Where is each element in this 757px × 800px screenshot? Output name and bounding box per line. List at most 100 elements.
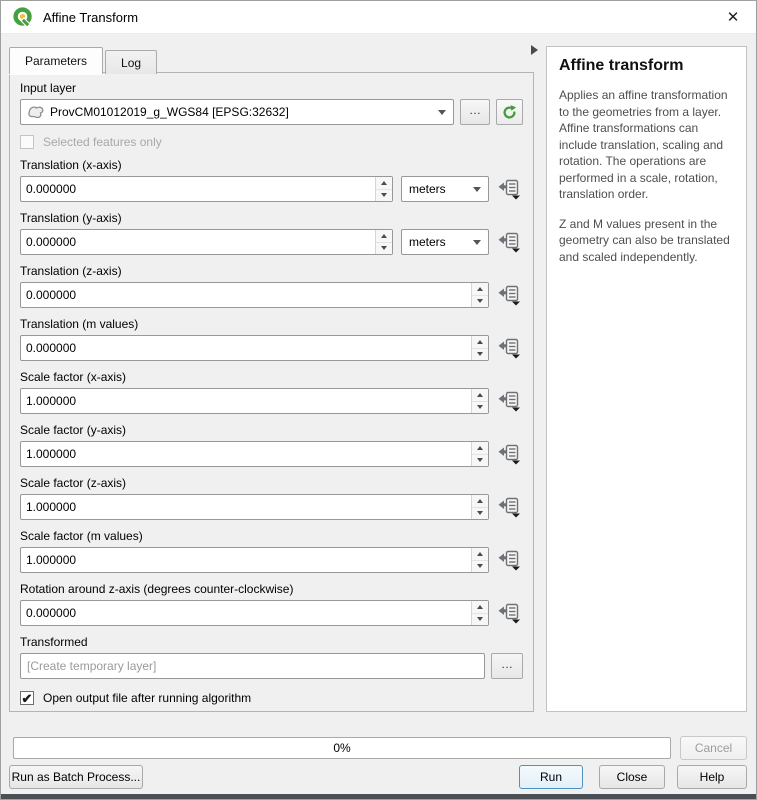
translation-y-label: Translation (y-axis) [20,211,523,226]
input-layer-browse-button[interactable]: … [460,99,490,125]
refresh-icon [501,104,518,121]
spin-up-icon [477,446,483,450]
open-output-checkbox-row: ✔ Open output file after running algorit… [20,691,523,705]
scale-m-spinbox[interactable] [20,547,489,573]
translation-m-spinbox[interactable] [20,335,489,361]
chevron-down-icon [438,110,446,115]
spin-buttons[interactable] [375,230,392,254]
help-panel-collapse-handle[interactable] [531,45,538,55]
spin-buttons[interactable] [471,495,488,519]
help-button[interactable]: Help [677,765,747,789]
transformed-browse-button[interactable]: … [491,653,523,679]
data-defined-override-button[interactable] [496,283,523,307]
spin-down-icon [381,246,387,250]
data-defined-override-icon [498,444,521,465]
scale-y-input[interactable] [21,442,471,466]
affine-transform-dialog: Affine Transform ✕ Parameters Log Input … [0,0,757,800]
data-defined-override-button[interactable] [496,336,523,360]
data-defined-override-icon [498,232,521,253]
help-panel: Affine transform Applies an affine trans… [546,46,747,712]
iterate-over-layer-button[interactable] [496,99,523,125]
data-defined-override-button[interactable] [496,548,523,572]
data-defined-override-button[interactable] [496,230,523,254]
scale-z-spinbox[interactable] [20,494,489,520]
open-output-checkbox[interactable]: ✔ [20,691,34,705]
polygon-layer-icon [27,106,45,119]
rotation-z-spinbox[interactable] [20,600,489,626]
spin-down-icon [477,617,483,621]
window-bottom-edge [1,794,756,799]
data-defined-override-icon [498,497,521,518]
tab-log[interactable]: Log [105,50,157,74]
data-defined-override-button[interactable] [496,442,523,466]
translation-y-spinbox[interactable] [20,229,393,255]
data-defined-override-icon [498,179,521,200]
input-layer-label: Input layer [20,81,523,96]
spin-down-icon [477,405,483,409]
translation-x-label: Translation (x-axis) [20,158,523,173]
selected-features-checkbox-row: Selected features only [20,135,523,149]
spin-buttons[interactable] [471,548,488,572]
data-defined-override-button[interactable] [496,389,523,413]
spin-down-icon [477,352,483,356]
spin-down-icon [477,564,483,568]
selected-features-checkbox[interactable] [20,135,34,149]
data-defined-override-button[interactable] [496,601,523,625]
data-defined-override-icon [498,603,521,624]
window-close-button[interactable]: ✕ [710,1,756,33]
translation-m-label: Translation (m values) [20,317,523,332]
spin-up-icon [381,181,387,185]
spin-buttons[interactable] [471,389,488,413]
transformed-label: Transformed [20,635,523,650]
data-defined-override-button[interactable] [496,495,523,519]
open-output-label: Open output file after running algorithm [43,691,251,705]
transformed-output-input[interactable] [20,653,485,679]
scale-x-label: Scale factor (x-axis) [20,370,523,385]
spin-down-icon [381,193,387,197]
spin-up-icon [477,605,483,609]
translation-x-input[interactable] [21,177,375,201]
run-button[interactable]: Run [519,765,583,789]
translation-z-input[interactable] [21,283,471,307]
scale-x-spinbox[interactable] [20,388,489,414]
close-button[interactable]: Close [599,765,665,789]
run-as-batch-button[interactable]: Run as Batch Process... [9,765,143,789]
translation-z-spinbox[interactable] [20,282,489,308]
spin-down-icon [477,511,483,515]
cancel-button: Cancel [680,736,747,760]
parameters-pane: Input layer ProvCM01012019_g_WGS84 [EPSG… [9,72,534,712]
spin-buttons[interactable] [375,177,392,201]
input-layer-value: ProvCM01012019_g_WGS84 [EPSG:32632] [50,105,289,119]
data-defined-override-button[interactable] [496,177,523,201]
scale-y-spinbox[interactable] [20,441,489,467]
data-defined-override-icon [498,550,521,571]
spin-buttons[interactable] [471,336,488,360]
qgis-logo-icon [12,6,34,28]
translation-x-spinbox[interactable] [20,176,393,202]
rotation-z-label: Rotation around z-axis (degrees counter-… [20,582,523,597]
spin-buttons[interactable] [471,283,488,307]
progress-bar: 0% [13,737,671,759]
help-paragraph: Applies an affine transformation to the … [559,87,734,203]
tab-bar: Parameters Log [9,47,159,74]
scale-z-input[interactable] [21,495,471,519]
translation-x-unit-combo[interactable]: meters [401,176,489,202]
unit-value: meters [409,182,446,196]
translation-y-input[interactable] [21,230,375,254]
scale-m-input[interactable] [21,548,471,572]
data-defined-override-icon [498,338,521,359]
tab-parameters[interactable]: Parameters [9,47,103,74]
spin-down-icon [477,299,483,303]
spin-up-icon [477,552,483,556]
input-layer-combo[interactable]: ProvCM01012019_g_WGS84 [EPSG:32632] [20,99,454,125]
rotation-z-input[interactable] [21,601,471,625]
translation-z-label: Translation (z-axis) [20,264,523,279]
translation-y-unit-combo[interactable]: meters [401,229,489,255]
translation-m-input[interactable] [21,336,471,360]
scale-x-input[interactable] [21,389,471,413]
spin-up-icon [381,234,387,238]
selected-features-label: Selected features only [43,135,162,149]
spin-buttons[interactable] [471,601,488,625]
chevron-down-icon [473,240,481,245]
spin-buttons[interactable] [471,442,488,466]
